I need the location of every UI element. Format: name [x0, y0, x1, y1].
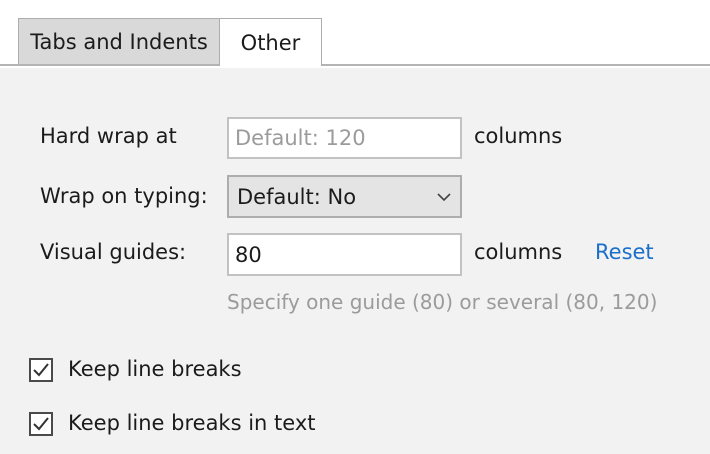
tab-label: Tabs and Indents [30, 29, 208, 54]
wrap-on-typing-value: Default: No [237, 184, 357, 209]
hard-wrap-columns-label: columns [474, 124, 563, 148]
keep-line-breaks-checkbox[interactable] [29, 358, 53, 382]
reset-link[interactable]: Reset [595, 240, 654, 264]
hard-wrap-placeholder: Default: 120 [235, 126, 366, 150]
keep-line-breaks-in-text-checkbox[interactable] [29, 412, 53, 436]
visual-guides-columns-label: columns [474, 240, 563, 264]
visual-guides-hint: Specify one guide (80) or several (80, 1… [227, 290, 658, 314]
wrap-on-typing-label: Wrap on typing: [40, 184, 208, 208]
keep-line-breaks-in-text-label: Keep line breaks in text [68, 411, 316, 435]
visual-guides-label: Visual guides: [40, 240, 187, 264]
visual-guides-value: 80 [235, 242, 262, 267]
tab-other[interactable]: Other [219, 18, 322, 66]
keep-line-breaks-label: Keep line breaks [68, 357, 242, 381]
hard-wrap-input[interactable]: Default: 120 [227, 117, 462, 159]
checkmark-icon [33, 417, 49, 431]
chevron-down-icon [436, 192, 452, 202]
tab-tabs-and-indents[interactable]: Tabs and Indents [18, 18, 220, 64]
visual-guides-input[interactable]: 80 [227, 233, 462, 276]
tab-label: Other [240, 30, 301, 55]
tab-bar-divider [0, 64, 710, 66]
hard-wrap-label: Hard wrap at [40, 124, 177, 148]
checkmark-icon [33, 363, 49, 377]
wrap-on-typing-select[interactable]: Default: No [227, 175, 462, 218]
